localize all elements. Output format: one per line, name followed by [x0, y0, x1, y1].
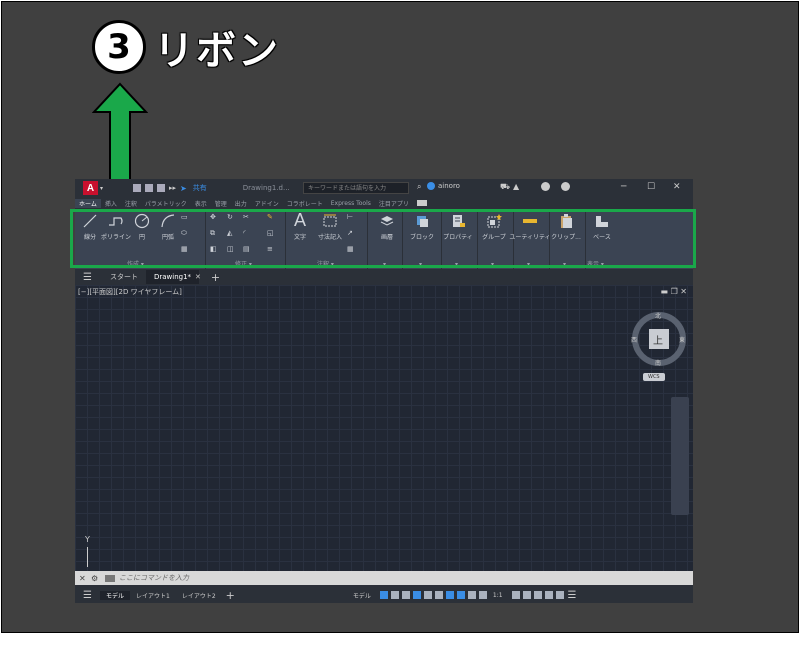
tab-collaborate[interactable]: コラボレート	[283, 199, 327, 208]
annotation-visibility-icon[interactable]	[456, 591, 465, 599]
customization-menu-icon[interactable]: ☰	[568, 590, 577, 601]
tab-drawing1[interactable]: Drawing1*	[145, 270, 200, 284]
command-settings-icon[interactable]: ⚙	[91, 574, 98, 583]
tab-layout1[interactable]: レイアウト1	[130, 591, 176, 600]
tab-start[interactable]: スタート	[102, 270, 146, 284]
viewport-window-controls-icon[interactable]: ▬ ❐ ✕	[660, 287, 687, 296]
status-bar: ☰ モデル レイアウト1 レイアウト2 + モデル 1:1 ☰	[75, 587, 693, 603]
polar-icon[interactable]	[412, 591, 421, 599]
title-bar: A ▾ ▸▸ ➤ 共有 Drawing1.d... キーワードまたは語句を入力 …	[75, 179, 693, 197]
help-icon[interactable]	[541, 182, 550, 191]
compass-south[interactable]: 南	[655, 358, 661, 367]
callout-text: リボン	[154, 28, 280, 74]
compass-north[interactable]: 北	[655, 311, 661, 320]
ribbon-highlight-box	[70, 209, 696, 268]
object-tracking-icon[interactable]	[434, 591, 443, 599]
callout-number: 3	[92, 20, 146, 74]
command-history-icon[interactable]	[105, 574, 115, 582]
cart-icon[interactable]: ⛟	[500, 182, 510, 192]
tab-annotate[interactable]: 注釈	[121, 199, 141, 208]
user-name: ainoro	[438, 182, 460, 190]
tab-parametric[interactable]: パラメトリック	[141, 199, 191, 208]
ribbon-toggle-icon[interactable]	[416, 200, 427, 206]
tab-addins[interactable]: アドイン	[251, 199, 283, 208]
new-tab-icon[interactable]: +	[211, 271, 220, 284]
file-tab-row: ☰ スタート Drawing1* ✕ +	[75, 269, 693, 285]
osnap-icon[interactable]	[445, 591, 454, 599]
compass-east[interactable]: 東	[679, 335, 685, 344]
command-close-icon[interactable]: ✕	[79, 574, 86, 583]
clean-screen-icon[interactable]	[555, 591, 564, 599]
ucs-y-axis	[87, 547, 88, 567]
command-input[interactable]: ここにコマンドを入力	[119, 573, 189, 583]
tab-output[interactable]: 出力	[231, 199, 251, 208]
grid-icon[interactable]	[379, 591, 388, 599]
search-icon[interactable]: ⌕	[417, 182, 421, 192]
navigation-bar[interactable]	[671, 397, 689, 515]
close-tab-icon[interactable]: ✕	[195, 273, 201, 281]
y-axis-label: Y	[85, 535, 90, 544]
tab-express-tools[interactable]: Express Tools	[327, 200, 375, 207]
save-as-icon[interactable]	[145, 184, 154, 192]
minimize-button[interactable]: ─	[621, 182, 626, 192]
viewcube-top-face[interactable]: 上	[653, 332, 663, 347]
annotation-scale-icon[interactable]	[478, 591, 487, 599]
ortho-icon[interactable]	[401, 591, 410, 599]
tab-manage[interactable]: 管理	[211, 199, 231, 208]
units-icon[interactable]	[533, 591, 542, 599]
drawing-area[interactable]: [−][平面図][2D ワイヤフレーム] ▬ ❐ ✕ 上 北 南 東 西 WCS…	[75, 285, 693, 571]
menu-icon[interactable]: ☰	[83, 272, 92, 283]
snap-icon[interactable]	[390, 591, 399, 599]
tab-layout2[interactable]: レイアウト2	[176, 591, 222, 600]
callout: 3 リボン	[92, 18, 280, 76]
auto-scale-icon[interactable]	[467, 591, 476, 599]
more-icon[interactable]: ▸▸	[169, 184, 176, 192]
ribbon-tab-row: ホーム 挿入 注釈 パラメトリック 表示 管理 出力 アドイン コラボレート E…	[75, 197, 693, 209]
document-title: Drawing1.d...	[242, 184, 290, 192]
tab-insert[interactable]: 挿入	[101, 199, 121, 208]
command-line: ✕ ⚙ ここにコマンドを入力	[75, 571, 693, 585]
tab-model[interactable]: モデル	[99, 590, 130, 600]
viewcube[interactable]: 上 北 南 東 西	[631, 311, 687, 367]
maximize-button[interactable]: ☐	[647, 182, 655, 192]
isodraft-icon[interactable]	[423, 591, 432, 599]
autodesk-icon[interactable]: ▲	[513, 182, 519, 191]
plot-icon[interactable]	[157, 184, 166, 192]
save-icon[interactable]	[133, 184, 142, 192]
tab-home[interactable]: ホーム	[75, 198, 101, 208]
community-icon[interactable]	[561, 182, 570, 191]
share-icon[interactable]: ➤	[180, 184, 187, 193]
hardware-acceleration-icon[interactable]	[544, 591, 553, 599]
tab-view[interactable]: 表示	[191, 199, 211, 208]
close-button[interactable]: ✕	[673, 182, 681, 192]
workspace-gear-icon[interactable]	[511, 591, 520, 599]
tab-featured-apps[interactable]: 注目アプリ	[375, 199, 413, 208]
scale-button[interactable]: 1:1	[487, 592, 509, 599]
plus-icon[interactable]	[522, 591, 531, 599]
wcs-menu[interactable]: WCS	[643, 373, 665, 381]
app-menu-chevron-icon[interactable]: ▾	[100, 185, 103, 192]
user-account[interactable]: ainoro	[427, 182, 460, 190]
share-button[interactable]: 共有	[193, 183, 207, 193]
viewport-controls-label[interactable]: [−][平面図][2D ワイヤフレーム]	[78, 287, 182, 297]
layout-menu-icon[interactable]: ☰	[83, 590, 92, 601]
new-layout-icon[interactable]: +	[226, 589, 235, 602]
app-logo-button[interactable]: A	[83, 181, 98, 195]
search-input[interactable]: キーワードまたは語句を入力	[303, 182, 409, 194]
user-icon	[427, 182, 435, 190]
compass-west[interactable]: 西	[631, 335, 637, 344]
model-space-button[interactable]: モデル	[347, 591, 377, 600]
